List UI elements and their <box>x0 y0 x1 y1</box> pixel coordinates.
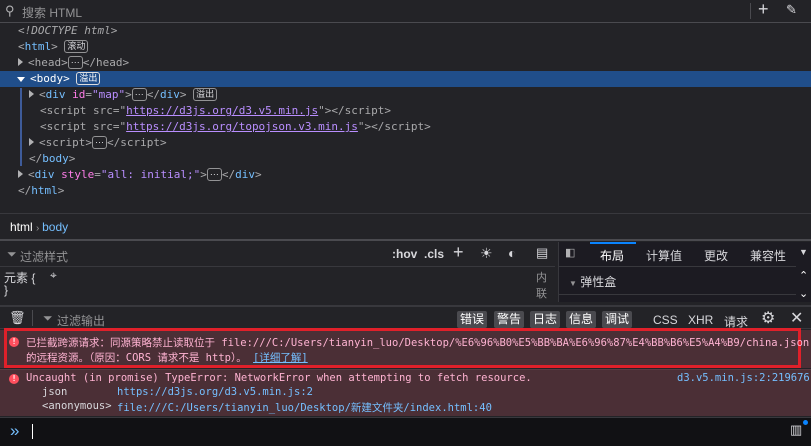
add-node-icon[interactable]: + <box>758 0 769 20</box>
filter-styles-input[interactable]: 过滤样式 <box>20 248 68 265</box>
scroll-badge[interactable]: 滚动 <box>64 40 89 53</box>
filter-icon: ⏷ <box>7 247 17 261</box>
script-topojson-node[interactable]: <script src="https://d3js.org/topojson.v… <box>0 119 811 135</box>
hov-button[interactable]: :hov <box>392 247 417 261</box>
collapse-icon[interactable] <box>17 77 25 82</box>
search-icon: ⚲ <box>5 3 15 18</box>
error-icon: ! <box>9 337 19 347</box>
collapsed-badge[interactable]: ⋯ <box>92 136 107 149</box>
scroll-down-icon[interactable]: ⌄ <box>799 287 808 300</box>
stack-location[interactable]: file:///C:/Users/tianyin_luo/Desktop/新建文… <box>117 400 492 415</box>
div-style-node[interactable]: <div style="all: initial;"> ⋯ </div> <box>0 167 811 183</box>
tab-layout[interactable]: 布局 <box>600 247 624 264</box>
source-link[interactable]: d3.v5.min.js:2:219676 <box>677 372 810 384</box>
learn-more-link[interactable]: [详细了解] <box>253 352 308 364</box>
html-node[interactable]: <html> 滚动 <box>0 39 811 55</box>
light-scheme-icon[interactable]: ☀ <box>480 245 493 262</box>
clear-console-icon[interactable]: 🗑 <box>9 310 26 326</box>
filter-logs[interactable]: 日志 <box>530 311 561 328</box>
element-picker-icon[interactable]: ⌖ <box>50 268 57 283</box>
overflow-badge[interactable]: 溢出 <box>76 72 101 85</box>
flexbox-section[interactable]: ▼ 弹性盒 <box>569 273 616 290</box>
rules-toolbar: ⏷ 过滤样式 :hov .cls + ☀ ◐ ▤ <box>0 242 555 267</box>
add-rule-icon[interactable]: + <box>453 242 464 263</box>
stack-location[interactable]: https://d3js.org/d3.v5.min.js:2 <box>117 386 313 398</box>
div-map-node[interactable]: <div id="map"> ⋯ </div> 溢出 <box>0 87 811 103</box>
collapsed-badge[interactable]: ⋯ <box>131 88 147 101</box>
script-link[interactable]: https://d3js.org/d3.v5.min.js <box>126 104 318 117</box>
error-icon: ! <box>9 374 19 384</box>
breadcrumb: html › body <box>0 213 811 241</box>
layout-sidebar: ◧ 布局 计算值 更改 兼容性 ▼ ▼ 弹性盒 ⌃ ⌄ <box>558 242 811 302</box>
filter-errors[interactable]: 错误 <box>457 311 488 328</box>
head-node[interactable]: <head> ⋯ </head> <box>0 55 811 71</box>
stack-fn: json <box>42 386 68 398</box>
filter-css[interactable]: CSS <box>653 313 678 327</box>
toggle-sidebar-icon[interactable]: ◧ <box>565 246 575 259</box>
console-input[interactable]: » ▥ <box>0 417 811 446</box>
breadcrumb-html[interactable]: html <box>10 220 33 234</box>
script-link[interactable]: https://d3js.org/topojson.v3.min.js <box>126 120 358 133</box>
filter-icon: ⏷ <box>43 311 53 325</box>
script-d3-node[interactable]: <script src="https://d3js.org/d3.v5.min.… <box>0 103 811 119</box>
rules-pane: 元素 { ⌖ 内联 } <box>0 267 556 302</box>
editor-mode-icon[interactable]: ▥ <box>790 422 802 438</box>
settings-icon[interactable]: ⚙ <box>761 308 775 328</box>
filter-warnings[interactable]: 警告 <box>494 311 525 328</box>
cls-button[interactable]: .cls <box>424 247 444 261</box>
expand-icon[interactable] <box>29 90 34 98</box>
filter-output-input[interactable]: 过滤输出 <box>57 312 105 329</box>
print-media-icon[interactable]: ▤ <box>536 245 548 261</box>
breadcrumb-body[interactable]: body <box>42 220 68 234</box>
tab-changes[interactable]: 更改 <box>704 247 728 264</box>
tab-compatibility[interactable]: 兼容性 <box>750 247 786 264</box>
collapsed-badge[interactable]: ⋯ <box>206 168 222 181</box>
dark-scheme-icon[interactable]: ◐ <box>508 245 516 261</box>
expand-icon[interactable] <box>18 58 23 66</box>
script-inline-node[interactable]: <script> ⋯ </script> <box>0 135 811 151</box>
doctype-node[interactable]: <!DOCTYPE html> <box>0 23 811 39</box>
filter-xhr[interactable]: XHR <box>688 313 713 327</box>
console-message-typeerror: ! Uncaught (in promise) TypeError: Netwo… <box>0 369 811 416</box>
body-close-node[interactable]: </body> <box>0 151 811 167</box>
console-toolbar: 🗑 ⏷ 过滤输出 错误 警告 日志 信息 调试 CSS XHR 请求 ⚙ ✕ <box>0 305 811 329</box>
tabs-overflow-icon[interactable]: ▼ <box>799 247 808 257</box>
close-icon[interactable]: ✕ <box>790 308 803 328</box>
inline-label: 内联 <box>536 272 547 300</box>
message-text: 已拦截跨源请求：同源策略禁止读取位于 file:///C:/Users/tian… <box>26 337 810 349</box>
filter-info[interactable]: 信息 <box>566 311 597 328</box>
eyedropper-icon[interactable]: ✎ <box>786 2 797 18</box>
overflow-badge[interactable]: 溢出 <box>193 88 218 101</box>
html-close-node[interactable]: </html> <box>0 183 811 199</box>
collapsed-badge[interactable]: ⋯ <box>67 56 83 69</box>
search-html-bar[interactable]: ⚲ 搜索 HTML + ✎ <box>0 0 811 23</box>
element-rule[interactable]: 元素 { <box>4 269 35 286</box>
prompt-icon: » <box>10 421 20 440</box>
search-input[interactable]: 搜索 HTML <box>22 4 82 21</box>
scroll-up-icon[interactable]: ⌃ <box>799 269 808 282</box>
stack-fn: <anonymous> <box>42 400 112 412</box>
message-text-2: 的远程资源。（原因：CORS 请求不是 http）。 <box>26 352 247 364</box>
expand-icon[interactable] <box>29 138 34 146</box>
console-message-cors: ! 已拦截跨源请求：同源策略禁止读取位于 file:///C:/Users/ti… <box>0 328 811 368</box>
expand-icon[interactable] <box>18 170 23 178</box>
tab-computed[interactable]: 计算值 <box>646 247 682 264</box>
body-node[interactable]: <body> 溢出 <box>0 71 811 87</box>
filter-debug[interactable]: 调试 <box>602 311 633 328</box>
rule-close: } <box>4 283 9 297</box>
message-text: Uncaught (in promise) TypeError: Network… <box>26 372 532 384</box>
